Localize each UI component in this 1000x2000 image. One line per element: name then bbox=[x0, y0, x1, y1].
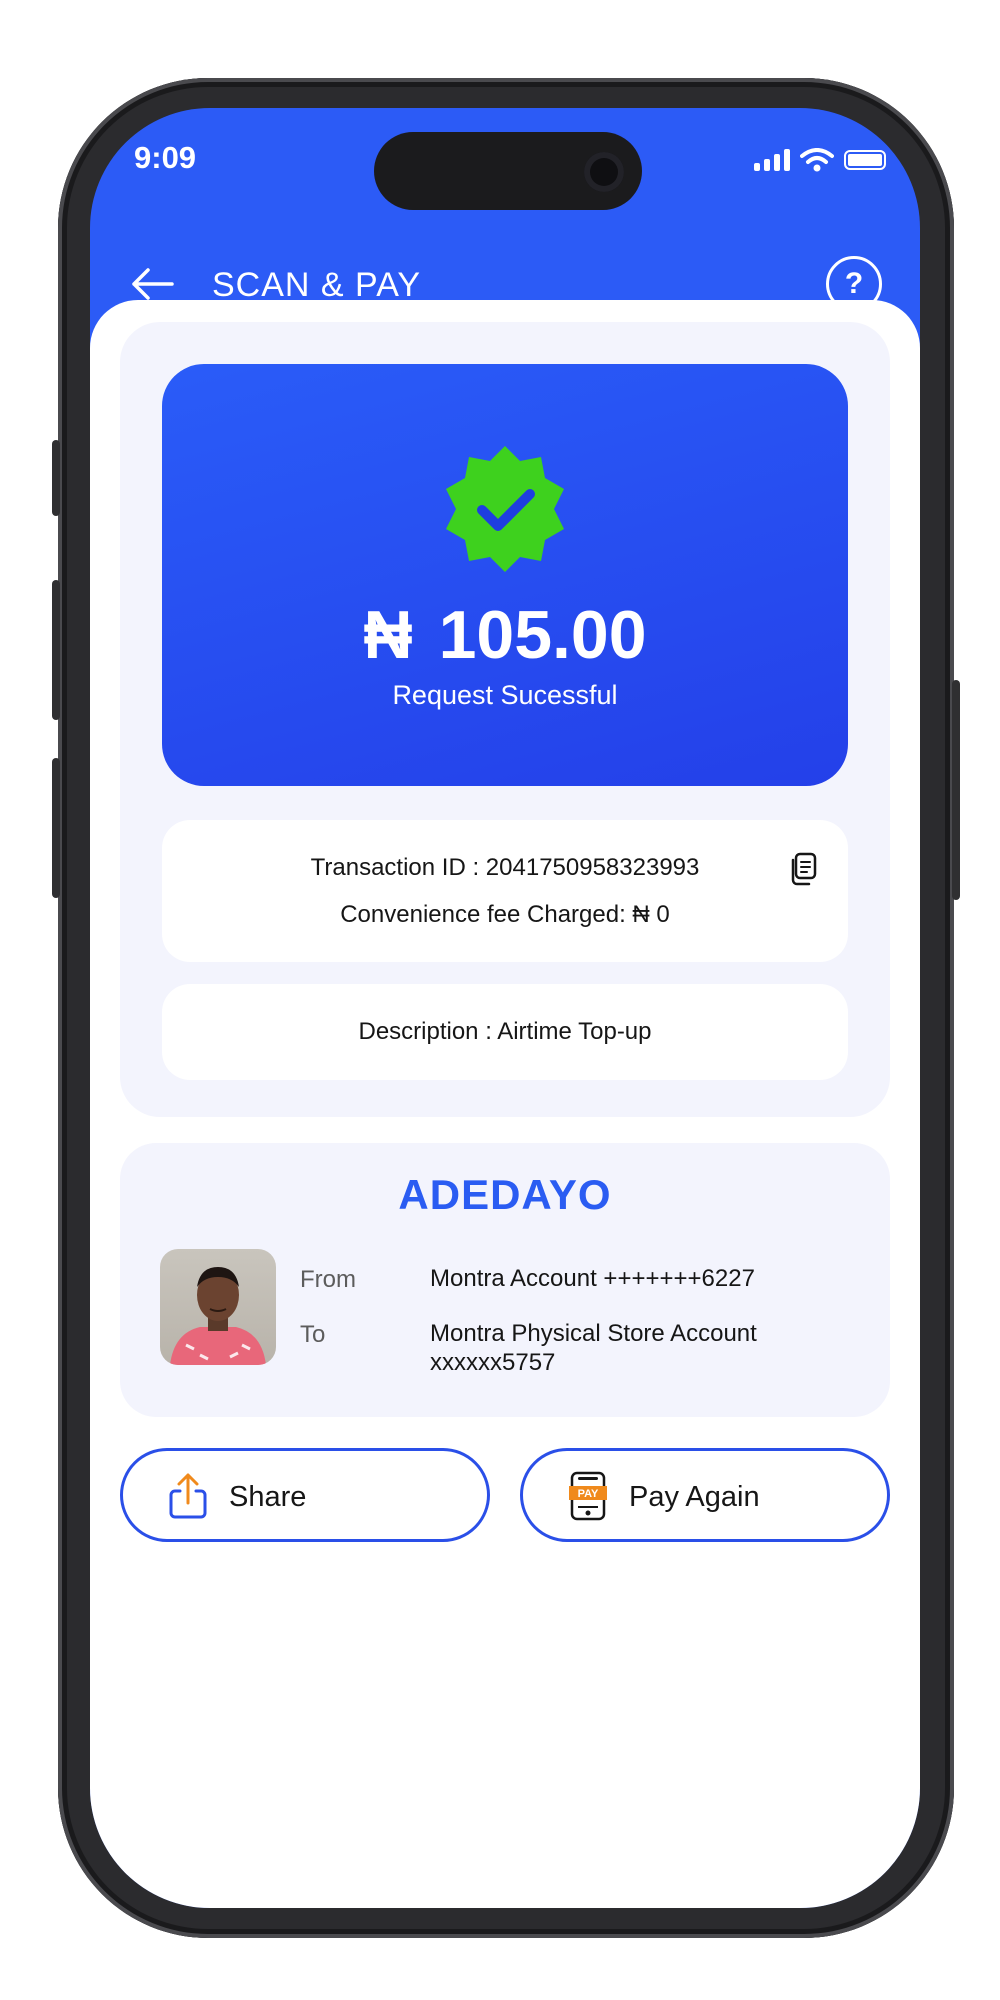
to-account: Montra Physical Store Account xxxxxx5757 bbox=[430, 1319, 850, 1377]
screen: 9:09 SCAN & PAY ? ₦ 105.00 Request Suces… bbox=[90, 108, 920, 1908]
share-icon bbox=[169, 1473, 207, 1519]
camera-icon bbox=[584, 152, 624, 192]
to-account-number: xxxxxx5757 bbox=[430, 1349, 556, 1376]
recipient-card: ADEDAYO From Montra Account +++++++6227 … bbox=[120, 1143, 890, 1417]
amount-card: ₦ 105.00 Request Sucessful bbox=[162, 364, 848, 786]
status-time: 9:09 bbox=[134, 140, 197, 175]
pay-again-button[interactable]: PAY Pay Again bbox=[520, 1448, 890, 1542]
pay-icon-text: PAY bbox=[578, 1488, 599, 1500]
wifi-icon bbox=[800, 148, 834, 172]
to-label: To bbox=[300, 1321, 326, 1348]
content-area: ₦ 105.00 Request Sucessful Transaction ID… bbox=[90, 300, 920, 1908]
status-icons bbox=[754, 148, 886, 172]
receipt-panel: ₦ 105.00 Request Sucessful Transaction ID… bbox=[120, 322, 890, 1117]
avatar bbox=[160, 1249, 276, 1365]
person-photo-icon bbox=[170, 1267, 266, 1365]
amount-value: 105.00 bbox=[438, 597, 647, 673]
convenience-fee: Convenience fee Charged: ₦ 0 bbox=[340, 901, 670, 928]
description: Description : Airtime Top-up bbox=[358, 1018, 652, 1045]
volume-down-button bbox=[52, 758, 60, 898]
signal-icon bbox=[754, 149, 790, 171]
transaction-info-card: Transaction ID : 2041750958323993 Conven… bbox=[162, 820, 848, 962]
share-button[interactable]: Share bbox=[120, 1448, 490, 1542]
pay-again-label: Pay Again bbox=[629, 1481, 760, 1513]
currency-symbol: ₦ bbox=[363, 597, 413, 673]
dynamic-island bbox=[374, 132, 642, 210]
verified-check-icon bbox=[446, 446, 564, 572]
recipient-name: ADEDAYO bbox=[398, 1171, 612, 1218]
from-label: From bbox=[300, 1266, 356, 1293]
status-message: Request Sucessful bbox=[392, 680, 618, 710]
battery-icon bbox=[844, 150, 886, 170]
copy-icon[interactable] bbox=[788, 852, 818, 886]
back-arrow-icon[interactable] bbox=[128, 264, 176, 304]
from-account: Montra Account +++++++6227 bbox=[430, 1265, 755, 1292]
volume-up-button bbox=[52, 580, 60, 720]
pay-phone-icon: PAY bbox=[569, 1471, 607, 1521]
transaction-id: Transaction ID : 2041750958323993 bbox=[310, 854, 700, 881]
amount-display: ₦ 105.00 bbox=[162, 596, 848, 674]
power-button bbox=[952, 680, 960, 900]
to-account-name: Montra Physical Store Account bbox=[430, 1320, 757, 1347]
share-label: Share bbox=[229, 1481, 307, 1513]
mute-switch bbox=[52, 440, 60, 516]
description-card: Description : Airtime Top-up bbox=[162, 984, 848, 1080]
